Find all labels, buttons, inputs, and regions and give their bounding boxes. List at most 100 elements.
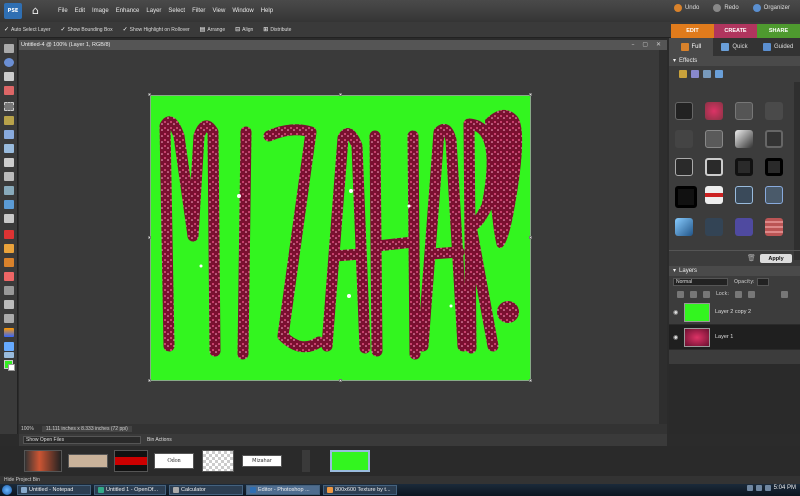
bin-thumbnail[interactable] xyxy=(68,454,108,468)
background-color-swatch[interactable] xyxy=(8,364,15,371)
bin-thumbnail[interactable] xyxy=(302,450,310,472)
blur-tool-icon[interactable] xyxy=(4,352,14,358)
eyedropper-tool-icon[interactable] xyxy=(4,86,14,95)
effect-thumb[interactable] xyxy=(705,102,723,120)
hand-tool-icon[interactable] xyxy=(4,72,14,81)
organizer-button[interactable]: Organizer xyxy=(752,4,790,12)
paint-bucket-tool-icon[interactable] xyxy=(4,314,14,323)
marquee-tool-icon[interactable] xyxy=(4,102,14,111)
lock-transparent-icon[interactable] xyxy=(735,290,743,298)
new-layer-icon[interactable] xyxy=(677,290,684,298)
adjustment-layer-icon[interactable] xyxy=(690,290,697,298)
shape-tool-icon[interactable] xyxy=(4,342,14,351)
smart-brush-tool-icon[interactable] xyxy=(4,300,14,309)
tab-create[interactable]: CREATE xyxy=(714,24,757,38)
menu-help[interactable]: Help xyxy=(261,8,273,14)
bin-thumbnail[interactable] xyxy=(202,450,234,472)
open-files-select[interactable]: Show Open Files xyxy=(23,436,141,444)
bin-thumbnail-active[interactable] xyxy=(330,450,370,472)
filters-icon[interactable] xyxy=(679,70,687,78)
blend-mode-select[interactable]: Normal xyxy=(673,278,728,286)
photo-effects-icon[interactable] xyxy=(703,70,711,78)
magic-wand-tool-icon[interactable] xyxy=(4,130,14,139)
undo-button[interactable]: Undo xyxy=(673,4,699,12)
lasso-tool-icon[interactable] xyxy=(4,116,14,125)
bin-thumbnail[interactable] xyxy=(114,450,148,472)
align-button[interactable]: ⊟ Align xyxy=(235,26,253,34)
tab-share[interactable]: SHARE xyxy=(757,24,800,38)
bin-thumbnail[interactable] xyxy=(24,450,62,472)
menu-enhance[interactable]: Enhance xyxy=(116,8,140,14)
menu-image[interactable]: Image xyxy=(92,8,109,14)
styles-icon[interactable] xyxy=(691,70,699,78)
tab-quick[interactable]: Quick xyxy=(713,38,757,56)
document-size-info[interactable]: 11.111 inches x 8.333 inches (72 ppi) xyxy=(41,426,132,432)
transform-handle[interactable] xyxy=(148,236,151,239)
effect-thumb[interactable] xyxy=(765,102,783,120)
eraser-tool-icon[interactable] xyxy=(4,272,14,281)
image-canvas[interactable] xyxy=(150,95,531,381)
hide-project-bin[interactable]: Hide Project Bin xyxy=(0,476,800,484)
canvas-area[interactable] xyxy=(19,50,659,424)
auto-select-checkbox[interactable]: ✓ Auto Select Layer xyxy=(4,26,51,34)
clone-stamp-tool-icon[interactable] xyxy=(4,258,14,267)
effect-thumb[interactable] xyxy=(735,158,753,176)
straighten-tool-icon[interactable] xyxy=(4,214,14,223)
quick-selection-tool-icon[interactable] xyxy=(4,144,14,153)
menu-file[interactable]: File xyxy=(58,8,68,14)
effect-thumb[interactable] xyxy=(765,158,783,176)
apply-button[interactable]: Apply xyxy=(760,254,792,263)
opacity-field[interactable] xyxy=(756,278,769,286)
lock-all-icon[interactable] xyxy=(748,290,756,298)
menu-edit[interactable]: Edit xyxy=(75,8,85,14)
effects-panel-header[interactable]: ▾ Effects xyxy=(669,56,800,66)
layers-panel-header[interactable]: ▾ Layers xyxy=(669,266,800,276)
red-eye-tool-icon[interactable] xyxy=(4,230,14,239)
menu-layer[interactable]: Layer xyxy=(146,8,161,14)
home-icon[interactable]: ⌂ xyxy=(32,5,44,17)
recompose-tool-icon[interactable] xyxy=(4,186,14,195)
effect-thumb[interactable] xyxy=(675,186,697,208)
taskbar-item[interactable]: Untitled - Notepad xyxy=(17,485,91,495)
arrange-button[interactable]: ▤ Arrange xyxy=(200,26,225,34)
zoom-tool-icon[interactable] xyxy=(4,58,14,67)
menu-select[interactable]: Select xyxy=(168,8,185,14)
network-icon[interactable] xyxy=(746,485,753,491)
menu-filter[interactable]: Filter xyxy=(192,8,205,14)
layer-row[interactable]: ◉ Layer 1 xyxy=(669,325,800,350)
effect-thumb[interactable] xyxy=(735,102,753,120)
effect-thumb[interactable] xyxy=(675,218,693,236)
taskbar-item[interactable]: Untitled 1 - OpenOf... xyxy=(94,485,166,495)
tab-full[interactable]: Full xyxy=(669,38,713,56)
taskbar-item[interactable]: 800x600 Texture by t... xyxy=(323,485,397,495)
type-tool-icon[interactable] xyxy=(4,158,14,167)
delete-layer-icon[interactable] xyxy=(781,290,789,298)
bin-thumbnail[interactable]: Mizahar xyxy=(242,455,282,467)
redo-button[interactable]: Redo xyxy=(713,4,739,12)
transform-handle[interactable] xyxy=(529,379,532,382)
tab-edit[interactable]: EDIT xyxy=(671,24,714,38)
eye-icon[interactable]: ◉ xyxy=(673,309,679,316)
layer-row[interactable]: ◉ Layer 2 copy 2 xyxy=(669,300,800,325)
transform-handle[interactable] xyxy=(148,379,151,382)
cookie-cutter-tool-icon[interactable] xyxy=(4,200,14,209)
link-icon[interactable] xyxy=(703,290,710,298)
window-controls-icon[interactable]: – ▢ ✕ xyxy=(631,41,664,48)
bounding-box-checkbox[interactable]: ✓ Show Bounding Box xyxy=(61,26,113,34)
tab-guided[interactable]: Guided xyxy=(756,38,800,56)
start-button[interactable] xyxy=(0,484,14,496)
volume-icon[interactable] xyxy=(755,485,762,491)
transform-handle[interactable] xyxy=(339,93,342,96)
effects-scrollbar[interactable] xyxy=(794,82,800,260)
vertical-scrollbar[interactable] xyxy=(659,50,667,424)
crop-tool-icon[interactable] xyxy=(4,172,14,181)
distribute-button[interactable]: ⊞ Distribute xyxy=(263,26,291,34)
brush-tool-icon[interactable] xyxy=(4,286,14,295)
effect-thumb[interactable] xyxy=(705,186,723,204)
effect-thumb[interactable] xyxy=(735,186,753,204)
gradient-tool-icon[interactable] xyxy=(4,328,14,337)
menu-window[interactable]: Window xyxy=(232,8,253,14)
effect-thumb[interactable] xyxy=(705,218,723,236)
effect-thumb[interactable] xyxy=(735,218,753,236)
effect-thumb[interactable] xyxy=(735,130,753,148)
